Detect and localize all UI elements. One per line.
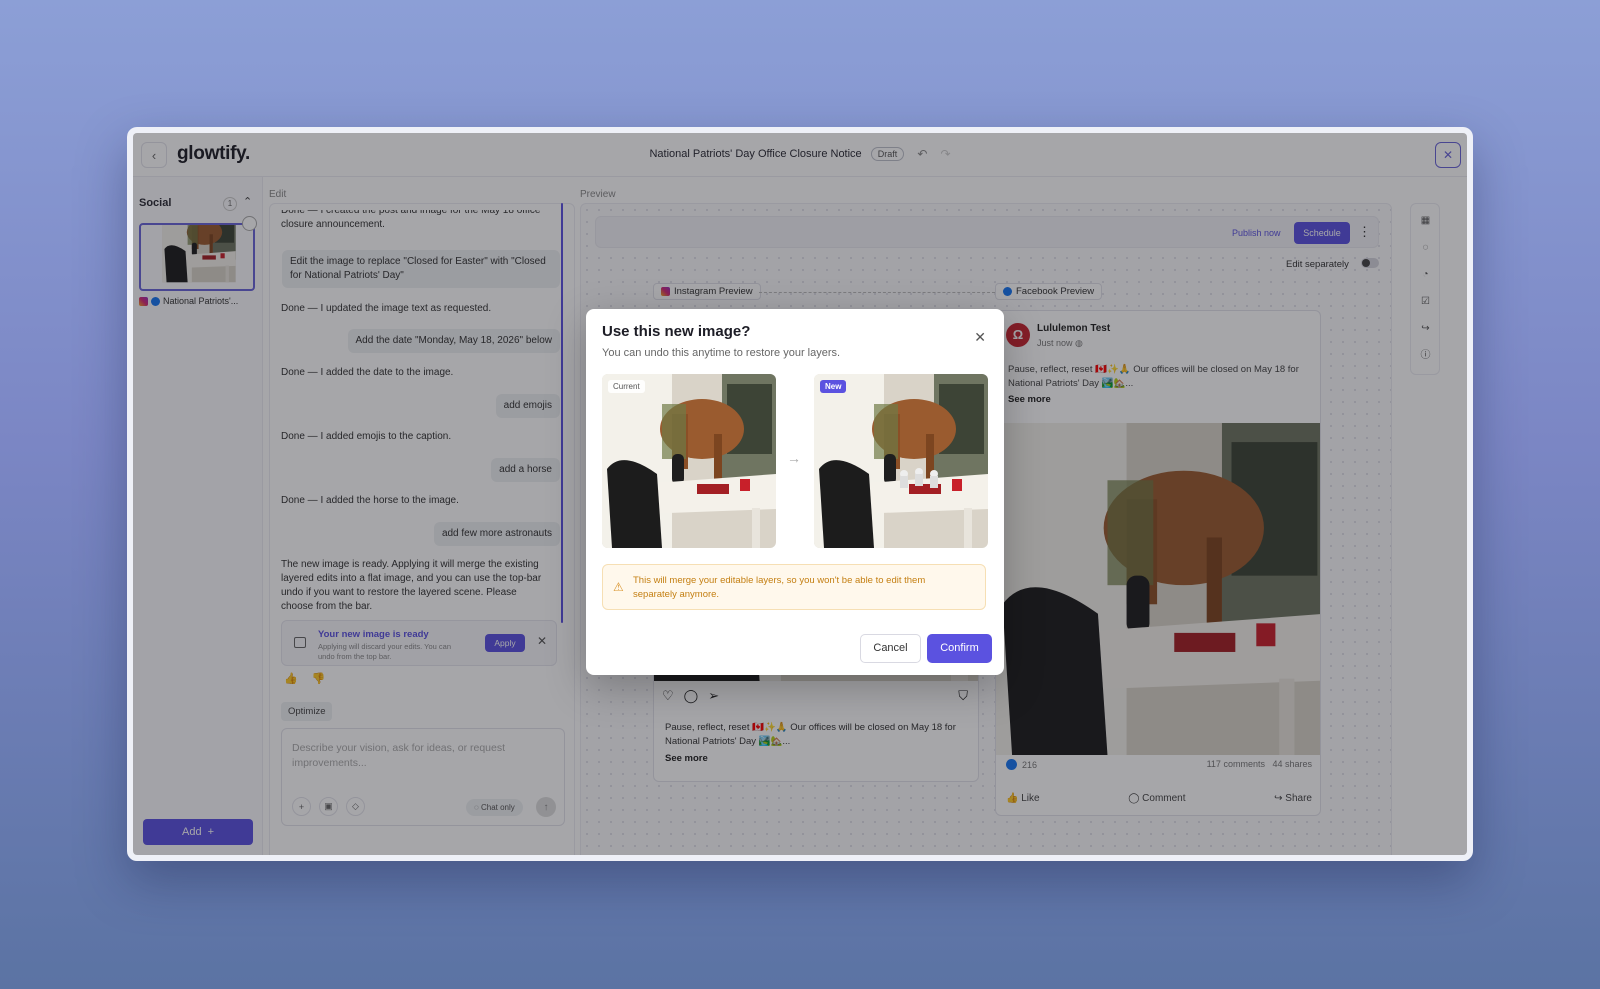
arrow-right-icon: →	[787, 450, 801, 466]
new-image: New	[814, 374, 988, 548]
warning-icon: ⚠	[613, 580, 624, 594]
new-badge: New	[820, 380, 847, 393]
current-badge: Current	[608, 380, 645, 393]
current-image: Current	[602, 374, 776, 548]
close-icon[interactable]: ✕	[974, 329, 986, 346]
cancel-button[interactable]: Cancel	[860, 634, 921, 663]
warning-banner: ⚠ This will merge your editable layers, …	[602, 564, 986, 610]
confirm-image-modal: Use this new image? You can undo this an…	[586, 309, 1004, 675]
modal-subtitle: You can undo this anytime to restore you…	[602, 347, 841, 359]
modal-title: Use this new image?	[602, 323, 751, 340]
warning-text: This will merge your editable layers, so…	[633, 575, 926, 600]
confirm-button[interactable]: Confirm	[927, 634, 992, 663]
